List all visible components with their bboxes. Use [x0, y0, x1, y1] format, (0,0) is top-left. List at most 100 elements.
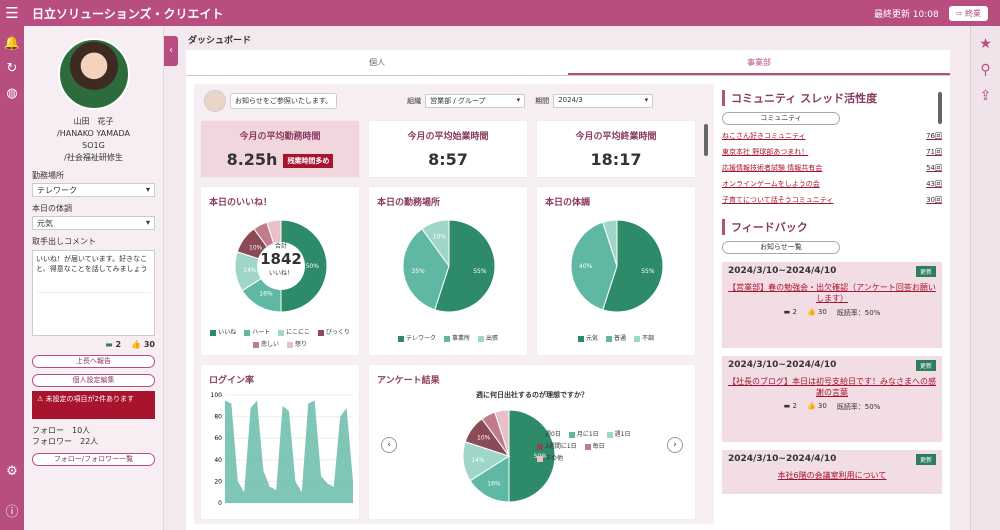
- new-badge: 更新: [915, 454, 936, 465]
- community-item[interactable]: 応援情報技術者試験 情報共有会 54回: [722, 163, 942, 173]
- legend-swatch: [584, 443, 591, 450]
- feedback-text[interactable]: 【社長のブログ】本日は初号支給日です！みなさまへの感謝の言葉: [728, 376, 936, 398]
- y-tick-label: 0: [218, 500, 222, 507]
- chevron-down-icon: ▾: [644, 96, 649, 104]
- feedback-comments-value: 2: [792, 402, 797, 410]
- pie-slice-label: 16%: [487, 480, 501, 487]
- feedback-comments: ▬ 2: [783, 402, 797, 410]
- legend-swatch: [478, 335, 484, 342]
- legend-item: にこにこ: [278, 327, 310, 336]
- chevron-down-icon: ▾: [145, 218, 150, 227]
- thumbs-up-icon: 👍: [131, 340, 142, 349]
- next-arrow-icon[interactable]: ›: [667, 437, 683, 453]
- legend-item: 普通: [605, 333, 626, 342]
- left-rail: 🔔 ↻ ◍ ⚙ ⓘ: [0, 26, 24, 530]
- info-icon[interactable]: ⓘ: [5, 501, 18, 520]
- health-legend: 元気 普通 不調: [537, 333, 695, 342]
- report-button[interactable]: 上長へ報告: [32, 355, 155, 368]
- last-login: 最終更新 10:08: [873, 9, 939, 20]
- community-item[interactable]: ねこさん好きコミュニティ 76回: [722, 131, 942, 141]
- user-search-icon[interactable]: ⚲: [980, 62, 990, 78]
- condition-select[interactable]: 元気 ▾: [32, 216, 155, 230]
- legend-item: 怒り: [287, 339, 307, 348]
- community-name: 東京本社 野球部あつまれ！: [722, 148, 809, 156]
- period-value: 2024/3: [558, 96, 583, 104]
- menu-icon[interactable]: ☰: [0, 4, 24, 22]
- upload-icon[interactable]: ⇪: [980, 88, 992, 104]
- follower-count: 22人: [80, 437, 99, 446]
- avatar: [57, 38, 130, 110]
- globe-icon[interactable]: ◍: [6, 86, 17, 101]
- legend-item: びっくり: [317, 327, 350, 336]
- tab-personal[interactable]: 個人: [186, 50, 568, 75]
- feedback-text[interactable]: 本社6階の会議室利用について: [728, 470, 936, 481]
- survey-title: アンケート結果: [377, 376, 440, 386]
- legend-swatch: [210, 329, 217, 336]
- legend-item: いいね: [210, 327, 236, 336]
- like-count[interactable]: 👍 30: [131, 340, 155, 349]
- alert-text: 未設定の項目が2件あります: [45, 395, 134, 403]
- comment-count-value: 2: [115, 340, 122, 349]
- feedback-date: 2024/3/10~2024/4/10: [728, 360, 837, 370]
- feedback-rate: 既読率：50%: [836, 309, 881, 317]
- top-bar: ☰ 日立ソリューションズ・クリエイト 最終更新 10:08 ⇨ 終業: [0, 0, 1000, 26]
- health-card: 本日の体調 55% 40% 元気 普通 不調: [536, 186, 696, 356]
- pie-slice-label: 10%: [433, 233, 447, 240]
- survey-card: アンケート結果 週に何日出社するのが理想ですか？ 50%16%14%10% 週0…: [368, 364, 696, 520]
- profile-counts: ▬ 2 👍 30: [32, 340, 155, 349]
- logout-button[interactable]: ⇨ 終業: [948, 5, 988, 21]
- kpi-value: 8:57: [428, 150, 468, 169]
- collapse-panel-button[interactable]: ‹: [164, 36, 178, 66]
- logout-label: 終業: [965, 8, 981, 18]
- legend-swatch: [443, 335, 450, 342]
- bell-icon[interactable]: 🔔: [4, 36, 20, 51]
- community-item[interactable]: 東京本社 野球部あつまれ！ 71回: [722, 147, 942, 157]
- community-name: ねこさん好きコミュニティ: [722, 132, 806, 140]
- likes-card: 本日のいいね！ 50% 16% 14% 10% 合計 1842 いいね！ いいね ハート…: [200, 186, 360, 356]
- work-place-select[interactable]: テレワーク ▾: [32, 183, 155, 197]
- legend-item: 週0日: [537, 429, 561, 438]
- community-item[interactable]: 子育てについて話そうコミュニティ 30回: [722, 195, 942, 205]
- period-select[interactable]: 2024/3 ▾: [553, 94, 654, 108]
- y-tick-label: 40: [214, 457, 222, 464]
- notice-list-button[interactable]: お知らせ一覧: [722, 241, 840, 254]
- edit-settings-button[interactable]: 個人設定編集: [32, 374, 155, 387]
- feedback-item[interactable]: 2024/3/10~2024/4/10 更新 【社長のブログ】本日は初号支給日で…: [722, 356, 942, 442]
- legend-item: テレワーク: [397, 333, 436, 342]
- right-scrollbar[interactable]: [938, 92, 942, 124]
- page-title: ダッシュボード: [188, 36, 252, 46]
- kpi-title: 今月の平均終業時間: [575, 132, 657, 142]
- feedback-likes-value: 30: [817, 308, 827, 316]
- legend-item: ハート: [244, 327, 270, 336]
- comment-textarea[interactable]: いいね！が届いています。好きなこと、得意なことを話してみましょう: [32, 250, 155, 336]
- y-tick-label: 80: [214, 414, 222, 421]
- tab-division[interactable]: 事業部: [568, 50, 950, 75]
- gear-icon[interactable]: ⚙: [6, 464, 18, 479]
- refresh-icon[interactable]: ↻: [7, 61, 18, 76]
- kpi-avg-start: 今月の平均始業時間 8:57: [368, 120, 528, 178]
- follow-count: 10人: [72, 426, 91, 435]
- star-icon[interactable]: ★: [979, 36, 992, 52]
- feedback-item[interactable]: 2024/3/10~2024/4/10 更新 【営業部】春の勉強会・出欠確認（ア…: [722, 262, 942, 348]
- main-content: 個人 事業部 お知らせをご参照いたします。 組織 営業部 / グループ ▾ 期間 …: [186, 50, 950, 530]
- legend-swatch: [577, 335, 584, 342]
- community-name: オンラインゲームをしようの会: [722, 180, 820, 188]
- likes-total: 1842: [260, 250, 302, 268]
- kpi-title: 今月の平均勤務時間: [239, 132, 321, 142]
- legend-swatch: [568, 431, 575, 438]
- community-button[interactable]: コミュニティ: [722, 112, 840, 125]
- org-select[interactable]: 営業部 / グループ ▾: [425, 94, 526, 108]
- prev-arrow-icon[interactable]: ‹: [381, 437, 397, 453]
- feedback-text[interactable]: 【営業部】春の勉強会・出欠確認（アンケート回答お願いします）: [728, 282, 936, 304]
- comment-count[interactable]: ▬ 2: [105, 340, 121, 349]
- login-card: ログイン率 100 80 60 40 20 0: [200, 364, 360, 520]
- community-title: コミュニティ スレッド活性度: [722, 90, 942, 106]
- scrollbar[interactable]: [704, 124, 708, 156]
- community-count: 43回: [926, 180, 942, 188]
- community-name: 応援情報技術者試験 情報共有会: [722, 164, 823, 172]
- alert-box[interactable]: ⚠ 未設定の項目が2件あります: [32, 391, 155, 419]
- tab-bar: 個人 事業部: [186, 50, 950, 76]
- follow-list-button[interactable]: フォロー/フォロワー一覧: [32, 453, 155, 466]
- feedback-item[interactable]: 2024/3/10~2024/4/10 更新 本社6階の会議室利用について: [722, 450, 942, 494]
- community-item[interactable]: オンラインゲームをしようの会 43回: [722, 179, 942, 189]
